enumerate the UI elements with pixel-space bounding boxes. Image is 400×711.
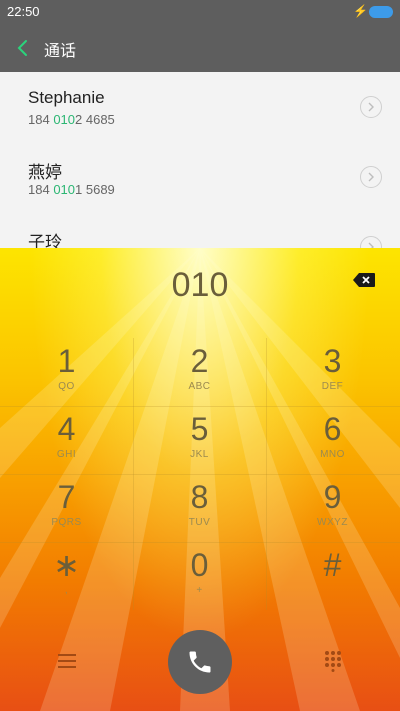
chevron-right-icon[interactable]	[360, 166, 382, 188]
header: 通话	[0, 24, 400, 72]
contact-list: Stephanie 184 0102 4685 燕婷 184 0101 5689…	[0, 72, 400, 258]
key-5[interactable]: 5 JKL	[133, 406, 266, 474]
charging-icon: ⚡	[353, 4, 368, 18]
menu-icon[interactable]	[56, 653, 78, 669]
page-title: 通话	[44, 43, 77, 60]
phone-icon	[189, 651, 211, 673]
status-time: 22:50	[7, 4, 40, 19]
back-icon[interactable]	[14, 37, 34, 59]
key-1[interactable]: 1 QO	[0, 338, 133, 406]
key-star[interactable]: ∗,	[0, 542, 133, 610]
key-3[interactable]: 3 DEF	[266, 338, 399, 406]
contact-number: 184 0101 5689	[28, 182, 115, 197]
key-0[interactable]: 0 +	[133, 542, 266, 610]
backspace-icon[interactable]	[352, 272, 376, 288]
status-bar: 22:50 ⚡	[0, 0, 400, 24]
dialed-number: 010	[171, 266, 229, 304]
keypad-icon[interactable]	[324, 650, 342, 672]
battery-icon	[369, 6, 393, 18]
list-item[interactable]: 燕婷 184 0101 5689	[0, 142, 400, 212]
key-2[interactable]: 2 ABC	[133, 338, 266, 406]
key-8[interactable]: 8 TUV	[133, 474, 266, 542]
contact-number: 184 0102 4685	[28, 112, 115, 127]
key-4[interactable]: 4 GHI	[0, 406, 133, 474]
keypad: 1 QO 2 ABC 3 DEF 4 GHI 5 JKL 6 MNO 7 PQRS 8 TUV …	[0, 338, 400, 678]
key-6[interactable]: 6 MNO	[266, 406, 399, 474]
number-match: 010	[53, 112, 76, 127]
list-item[interactable]: Stephanie 184 0102 4685	[0, 72, 400, 142]
dialer-actions	[0, 628, 400, 711]
key-hash[interactable]: #	[266, 542, 399, 610]
call-button[interactable]	[168, 630, 232, 694]
dialer-panel: 010 1 QO 2 ABC 3 DEF 4 GHI 5 JKL 6 MNO 7 PQRS 8…	[0, 248, 400, 711]
chevron-right-icon[interactable]	[360, 96, 382, 118]
key-7[interactable]: 7 PQRS	[0, 474, 133, 542]
key-9[interactable]: 9 WXYZ	[266, 474, 399, 542]
contact-name: Stephanie	[28, 88, 105, 107]
number-match: 010	[53, 182, 76, 197]
contact-name: 燕婷	[28, 163, 62, 182]
